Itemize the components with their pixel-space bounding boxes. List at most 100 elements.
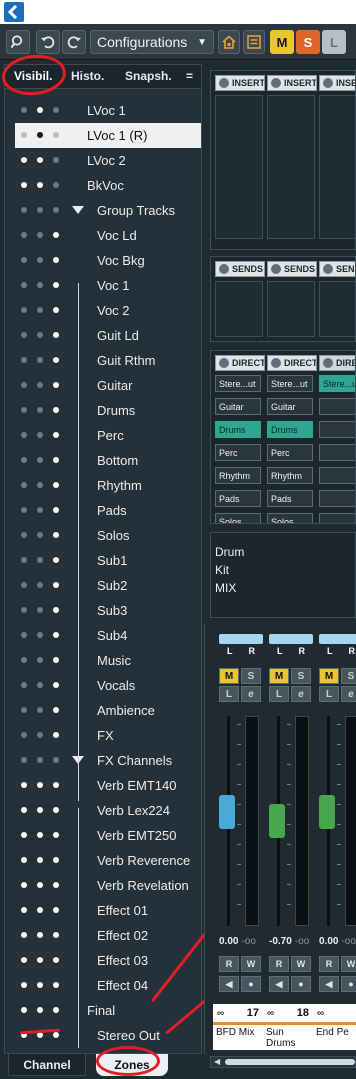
visibility-toggle-dot[interactable] (37, 557, 43, 563)
routing-destination-cell[interactable]: Rhythm (267, 467, 313, 484)
routing-header-3[interactable]: DIRE (319, 355, 355, 371)
edit-channel-button[interactable]: e (341, 686, 356, 702)
visibility-toggle-dot[interactable] (53, 382, 59, 388)
visibility-toggle-dot[interactable] (21, 457, 27, 463)
visibility-toggle-dot[interactable] (37, 157, 43, 163)
visibility-toggle-dot[interactable] (37, 482, 43, 488)
scrollbar-thumb[interactable] (225, 1059, 355, 1065)
visibility-toggle-dot[interactable] (21, 407, 27, 413)
visibility-toggle-dot[interactable] (37, 332, 43, 338)
track-row[interactable]: Sub1 (15, 548, 201, 573)
visibility-toggle-dot[interactable] (21, 582, 27, 588)
visibility-toggle-dot[interactable] (53, 857, 59, 863)
tab-snapshots[interactable]: Snapsh. (125, 69, 172, 83)
visibility-toggle-dot[interactable] (21, 882, 27, 888)
edit-channel-button[interactable]: e (291, 686, 311, 702)
routing-header-2[interactable]: DIRECT (267, 355, 317, 371)
speaker-icon[interactable]: ◀ (219, 976, 239, 992)
track-row[interactable]: Pads (15, 498, 201, 523)
link-icon[interactable]: ∞ (267, 1008, 274, 1019)
visibility-toggle-dot[interactable] (21, 957, 27, 963)
routing-destination-cell[interactable]: Perc (267, 444, 313, 461)
mute-button[interactable]: M (269, 668, 289, 684)
visibility-toggle-dot[interactable] (53, 132, 59, 138)
visibility-toggle-dot[interactable] (53, 807, 59, 813)
visibility-toggle-dot[interactable] (37, 357, 43, 363)
visibility-toggle-dot[interactable] (37, 932, 43, 938)
sends-header-3[interactable]: SENI (319, 261, 355, 277)
track-row[interactable]: Verb EMT250 (15, 823, 201, 848)
visibility-toggle-dot[interactable] (37, 657, 43, 663)
visibility-toggle-dot[interactable] (37, 382, 43, 388)
routing-destination-cell[interactable]: Rhythm (215, 467, 261, 484)
panner-bar[interactable] (319, 634, 356, 644)
routing-destination-cell[interactable] (319, 467, 355, 484)
visibility-toggle-dot[interactable] (53, 557, 59, 563)
visibility-toggle-dot[interactable] (37, 682, 43, 688)
visibility-toggle-dot[interactable] (37, 257, 43, 263)
track-row[interactable]: Sub4 (15, 623, 201, 648)
routing-destination-cell[interactable]: Solos (267, 513, 313, 523)
visibility-toggle-dot[interactable] (21, 532, 27, 538)
visibility-toggle-dot[interactable] (21, 857, 27, 863)
inserts-slot-column-1[interactable] (215, 95, 263, 239)
visibility-toggle-dot[interactable] (53, 957, 59, 963)
home-config-button[interactable] (218, 30, 240, 54)
visibility-toggle-dot[interactable] (21, 782, 27, 788)
visibility-toggle-dot[interactable] (37, 632, 43, 638)
visibility-toggle-dot[interactable] (21, 132, 27, 138)
visibility-toggle-dot[interactable] (53, 507, 59, 513)
routing-destination-cell[interactable]: Solos (215, 513, 261, 523)
listen-button[interactable]: L (219, 686, 239, 702)
visibility-toggle-dot[interactable] (53, 607, 59, 613)
read-automation-button[interactable]: R (219, 956, 239, 972)
track-row[interactable]: Verb EMT140 (15, 773, 201, 798)
visibility-toggle-dot[interactable] (53, 457, 59, 463)
visibility-toggle-dot[interactable] (21, 557, 27, 563)
link-icon[interactable]: ∞ (217, 1008, 224, 1019)
visibility-toggle-dot[interactable] (37, 432, 43, 438)
visibility-toggle-dot[interactable] (21, 432, 27, 438)
visibility-toggle-dot[interactable] (53, 782, 59, 788)
redo-button[interactable] (62, 30, 86, 54)
track-row[interactable]: Vocals (15, 673, 201, 698)
visibility-toggle-dot[interactable] (21, 482, 27, 488)
tab-history[interactable]: Histo. (71, 69, 104, 83)
panner-bar[interactable] (269, 634, 313, 644)
track-row[interactable]: Effect 02 (15, 923, 201, 948)
visibility-toggle-dot[interactable] (53, 182, 59, 188)
search-button[interactable] (6, 30, 30, 54)
routing-destination-cell[interactable]: Drums (267, 421, 313, 438)
routing-destination-cell[interactable] (319, 490, 355, 507)
volume-fader[interactable] (319, 795, 335, 830)
visibility-toggle-dot[interactable] (53, 157, 59, 163)
track-row[interactable]: Guit Rthm (15, 348, 201, 373)
track-row[interactable]: Ambience (15, 698, 201, 723)
record-icon[interactable]: ● (341, 976, 356, 992)
track-row[interactable]: Effect 03 (15, 948, 201, 973)
visibility-toggle-dot[interactable] (53, 657, 59, 663)
visibility-toggle-dot[interactable] (53, 632, 59, 638)
visibility-toggle-dot[interactable] (37, 757, 43, 763)
visibility-toggle-dot[interactable] (21, 357, 27, 363)
visibility-toggle-dot[interactable] (53, 107, 59, 113)
routing-destination-cell[interactable]: Stere...ut (319, 375, 355, 392)
visibility-toggle-dot[interactable] (53, 357, 59, 363)
write-automation-button[interactable]: W (341, 956, 356, 972)
visibility-toggle-dot[interactable] (53, 482, 59, 488)
visibility-toggle-dot[interactable] (37, 282, 43, 288)
visibility-toggle-dot[interactable] (21, 707, 27, 713)
visibility-toggle-dot[interactable] (21, 807, 27, 813)
visibility-toggle-dot[interactable] (37, 1007, 43, 1013)
visibility-toggle-dot[interactable] (21, 907, 27, 913)
sends-slot-column-2[interactable] (267, 281, 315, 337)
track-row[interactable]: LVoc 1 (R) (15, 123, 201, 148)
folder-track-row[interactable]: Group Tracks (15, 198, 201, 223)
undo-button[interactable] (36, 30, 60, 54)
visibility-toggle-dot[interactable] (53, 832, 59, 838)
visibility-toggle-dot[interactable] (53, 1032, 59, 1038)
track-row[interactable]: Guit Ld (15, 323, 201, 348)
track-row[interactable]: Drums (15, 398, 201, 423)
routing-destination-cell[interactable] (319, 421, 355, 438)
visibility-toggle-dot[interactable] (53, 332, 59, 338)
